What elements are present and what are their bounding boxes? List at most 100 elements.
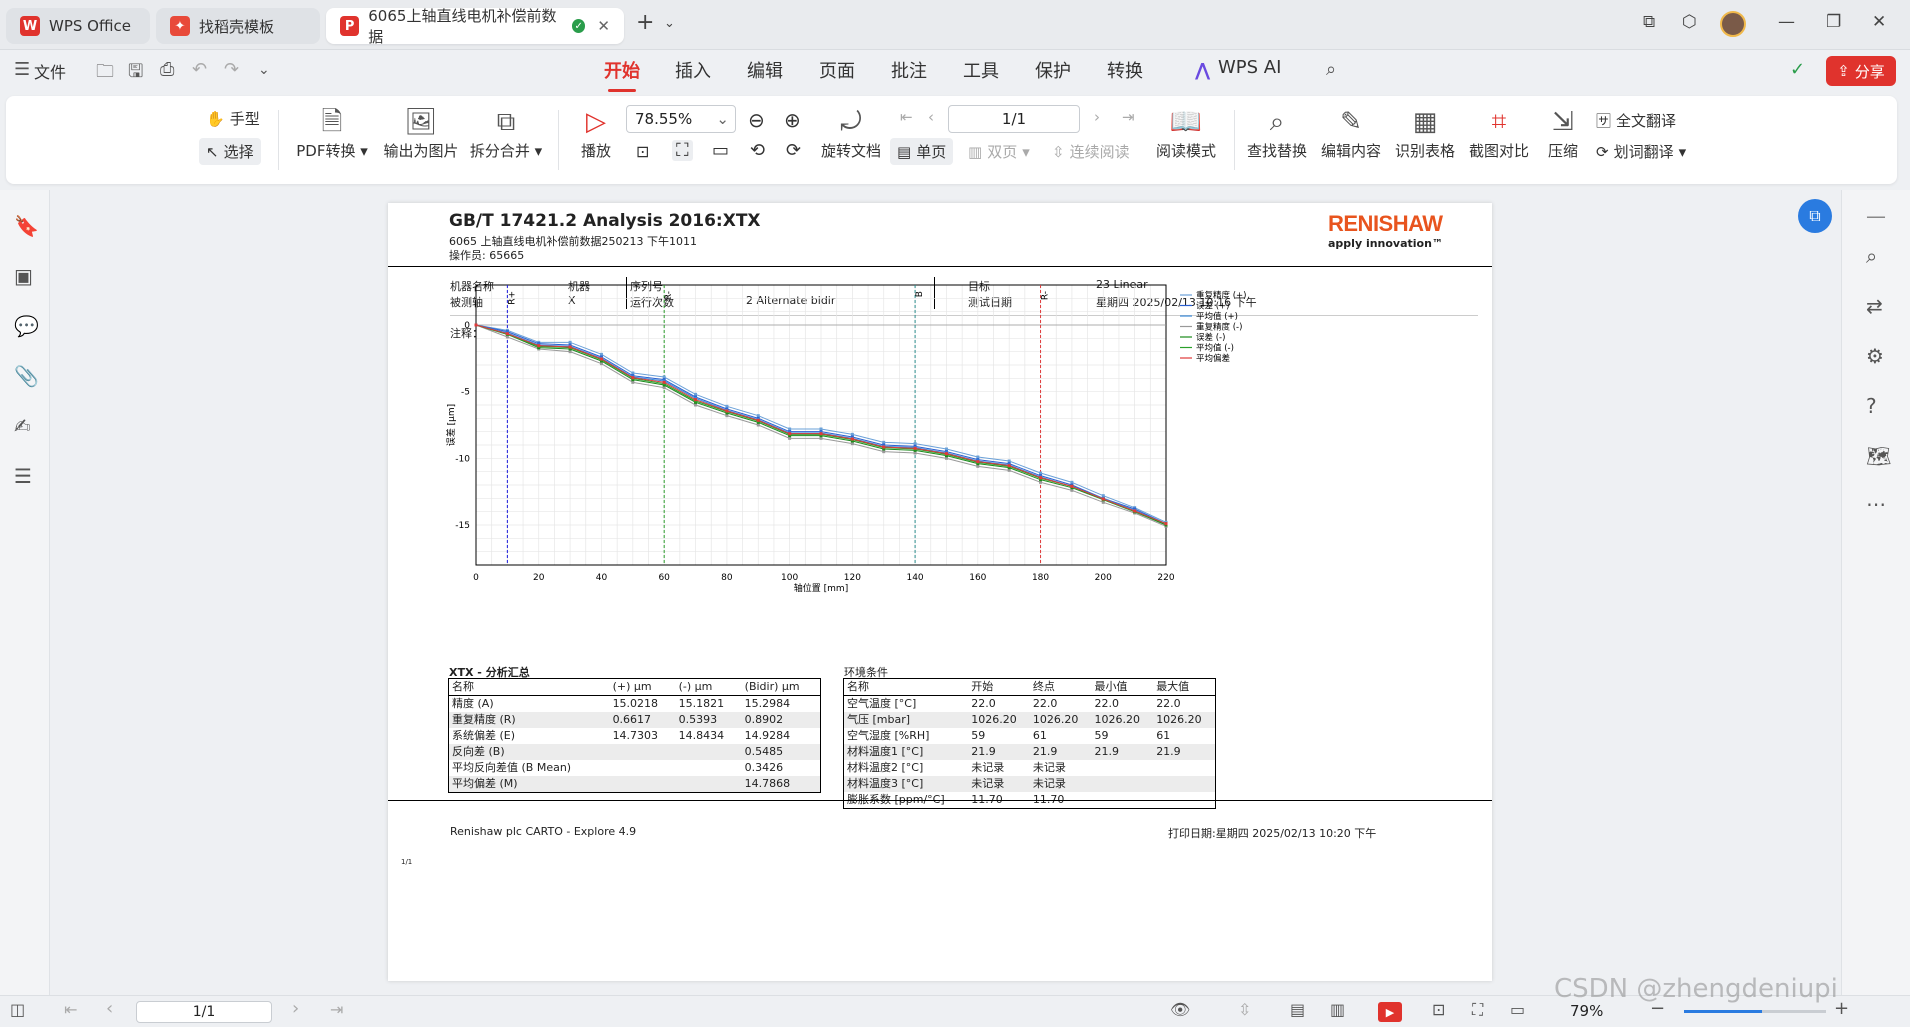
thumbnail-icon[interactable]: ▣ (14, 264, 33, 288)
zoom-slider[interactable] (1684, 1010, 1826, 1013)
first-page-icon[interactable]: ⇤ (64, 1000, 77, 1019)
pdf-convert-button[interactable]: 🗎 PDF转换 ▾ (292, 104, 372, 161)
next-page-icon[interactable]: › (292, 998, 299, 1019)
zoom-select[interactable]: 78.55% ⌄ (626, 105, 736, 133)
pdf-to-word-icon: 🗎 (321, 107, 343, 137)
close-window-icon[interactable]: ✕ (1872, 12, 1886, 32)
search-panel-icon[interactable]: ⌕ (1866, 244, 1877, 268)
help-icon[interactable]: ? (1866, 394, 1877, 418)
attachment-icon[interactable]: 📎 (14, 364, 39, 388)
menu-page[interactable]: 页面 (819, 57, 855, 83)
tab-document[interactable]: P 6065上轴直线电机补偿前数据 ✓ ✕ (326, 7, 624, 46)
compress-button[interactable]: ⇲ 压缩 (1536, 104, 1590, 161)
find-replace-button[interactable]: ⌕ 查找替换 (1240, 104, 1314, 161)
redo-icon[interactable]: ↷ (224, 59, 239, 80)
print-icon[interactable]: ⎙ (160, 59, 174, 80)
avatar[interactable] (1720, 11, 1746, 37)
map-icon[interactable]: 🗺 (1866, 444, 1891, 468)
edit-content-button[interactable]: ✎ 编辑内容 (1314, 104, 1388, 161)
data-point (631, 380, 635, 384)
play-button[interactable]: ▷ 播放 (571, 104, 621, 161)
recognize-table-button[interactable]: ▦ 识别表格 (1388, 104, 1462, 161)
actual-size-icon[interactable]: ⊡ (1432, 1000, 1445, 1019)
single-page-icon[interactable]: ▤ (1290, 1000, 1305, 1019)
restore-icon[interactable]: ❐ (1826, 12, 1841, 32)
translate-panel-icon[interactable]: ⇄ (1866, 294, 1883, 318)
hamburger-icon[interactable]: ☰ (14, 59, 30, 80)
select-tool-button[interactable]: ↖ 选择 (199, 138, 261, 165)
menu-annotate[interactable]: 批注 (891, 57, 927, 83)
double-page-button[interactable]: ▥ 双页 ▾ (968, 141, 1030, 162)
search-icon[interactable]: ⌕ (1326, 59, 1336, 80)
layers-icon[interactable]: ☰ (14, 464, 32, 488)
comment-icon[interactable]: 💬 (14, 314, 39, 338)
last-page-icon[interactable]: ⇥ (330, 1000, 343, 1019)
window-tile-icon[interactable]: ⧉ (1643, 12, 1655, 32)
reading-mode-button[interactable]: 📖 阅读模式 (1146, 104, 1226, 161)
close-tab-icon[interactable]: ✕ (597, 17, 610, 35)
first-page-icon[interactable]: ⇤ (900, 108, 913, 126)
undo-icon[interactable]: ↶ (192, 59, 207, 80)
fit-page-icon[interactable]: ⛶ (672, 140, 693, 161)
rotate-left-icon[interactable]: ⟲ (750, 140, 765, 161)
new-tab-icon[interactable]: + (636, 10, 654, 35)
tab-wps-office[interactable]: W WPS Office (6, 8, 150, 44)
open-folder-icon[interactable]: 🗀 (96, 59, 114, 89)
full-translate-button[interactable]: 🈂 全文翻译 (1596, 110, 1676, 131)
single-page-button[interactable]: ▤ 单页 (890, 138, 954, 165)
more-icon[interactable]: ⋯ (1866, 492, 1886, 516)
rotate-right-icon[interactable]: ⟳ (786, 140, 801, 161)
signature-icon[interactable]: ✍ (14, 414, 31, 438)
eye-icon[interactable]: 👁 (1170, 1000, 1190, 1019)
share-button[interactable]: ⇪ 分享 (1826, 56, 1896, 86)
menu-edit[interactable]: 编辑 (747, 57, 783, 83)
settings-sliders-icon[interactable]: ⚙ (1866, 344, 1884, 368)
menu-convert[interactable]: 转换 (1107, 57, 1143, 83)
file-menu[interactable]: 文件 (34, 59, 66, 83)
sync-status-icon[interactable]: ✓ (1790, 59, 1805, 80)
bookmark-icon[interactable]: 🔖 (14, 214, 39, 238)
menu-wps-ai[interactable]: WPS AI (1218, 57, 1281, 78)
menu-tools[interactable]: 工具 (963, 57, 999, 83)
data-point (568, 345, 572, 349)
status-zoom[interactable]: 79% (1570, 1002, 1603, 1020)
split-merge-button[interactable]: ⧉ 拆分合并 ▾ (466, 104, 546, 161)
more-chevron-icon[interactable]: ⌄ (258, 62, 270, 78)
export-image-button[interactable]: 🖼 输出为图片 (376, 104, 466, 161)
zoom-out-icon[interactable]: ⊖ (748, 108, 765, 132)
menu-protect[interactable]: 保护 (1035, 57, 1071, 83)
rotate-document-button[interactable]: ⤾ 旋转文档 (816, 104, 886, 161)
prev-page-icon[interactable]: ‹ (106, 998, 113, 1019)
next-page-icon[interactable]: › (1094, 108, 1100, 126)
cube-icon[interactable]: ⬡ (1682, 12, 1697, 32)
fit-width-icon[interactable]: ▭ (712, 140, 729, 161)
zoom-in-icon[interactable]: ⊕ (784, 108, 801, 132)
fit-width-icon[interactable]: ▭ (1510, 1000, 1525, 1019)
menu-insert[interactable]: 插入 (675, 57, 711, 83)
floating-assistant-button[interactable]: ⧉ (1798, 199, 1832, 233)
sidebar-toggle-icon[interactable]: ◫ (10, 1000, 25, 1019)
actual-size-icon[interactable]: ⊡ (636, 142, 649, 161)
table-cell: 15.1821 (678, 697, 725, 710)
screenshot-compare-button[interactable]: ⌗ 截图对比 (1462, 104, 1536, 161)
position-marker-label: R- (1041, 291, 1051, 300)
hand-tool-button[interactable]: ✋ 手型 (206, 108, 260, 129)
continuous-read-button[interactable]: ⇳ 连续阅读 (1052, 141, 1130, 162)
edit-content-label: 编辑内容 (1320, 142, 1381, 160)
play-icon[interactable]: ▶ (1378, 1002, 1402, 1022)
page-input[interactable]: 1/1 (948, 105, 1080, 133)
tab-docer[interactable]: ✦ 找稻壳模板 (156, 8, 320, 44)
fit-page-icon[interactable]: ⛶ (1472, 1000, 1483, 1020)
chevron-down-icon[interactable]: ⌄ (664, 16, 675, 31)
legend-label: 重复精度 (-) (1196, 322, 1242, 333)
double-page-icon[interactable]: ▥ (1330, 1000, 1345, 1019)
last-page-icon[interactable]: ⇥ (1122, 108, 1135, 126)
word-translate-button[interactable]: ⟳ 划词翻译 ▾ (1596, 141, 1686, 162)
minimize-icon[interactable]: — (1778, 12, 1795, 32)
scroll-mode-icon[interactable]: ⇳ (1238, 1000, 1251, 1019)
status-page-input[interactable]: 1/1 (136, 1001, 272, 1023)
menu-start[interactable]: 开始 (604, 57, 640, 92)
prev-page-icon[interactable]: ‹ (928, 108, 934, 126)
save-icon[interactable]: 🖫 (128, 59, 143, 89)
collapse-icon[interactable]: — (1866, 204, 1886, 228)
